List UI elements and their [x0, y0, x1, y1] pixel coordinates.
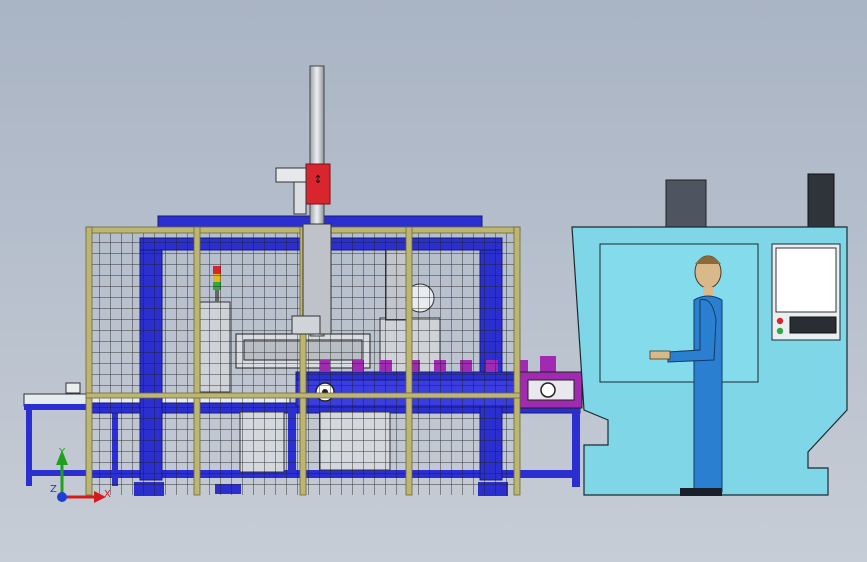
exhaust-stack: [807, 173, 835, 229]
hmi-screen[interactable]: [775, 247, 837, 313]
hmi-keypad[interactable]: [789, 316, 837, 334]
z-axis-label: Z: [50, 484, 57, 495]
cad-viewport[interactable]: ↕ Y X Z: [0, 0, 867, 562]
x-axis-label: X: [104, 489, 111, 500]
cabinet-vent: [665, 179, 707, 229]
part: [540, 356, 556, 372]
y-axis-label: Y: [58, 447, 66, 458]
start-button[interactable]: [776, 327, 784, 335]
assembly-view[interactable]: ↕ Y X Z: [0, 0, 867, 562]
carriage-marking-icon: ↕: [313, 173, 322, 186]
emergency-stop-button[interactable]: [776, 317, 784, 325]
